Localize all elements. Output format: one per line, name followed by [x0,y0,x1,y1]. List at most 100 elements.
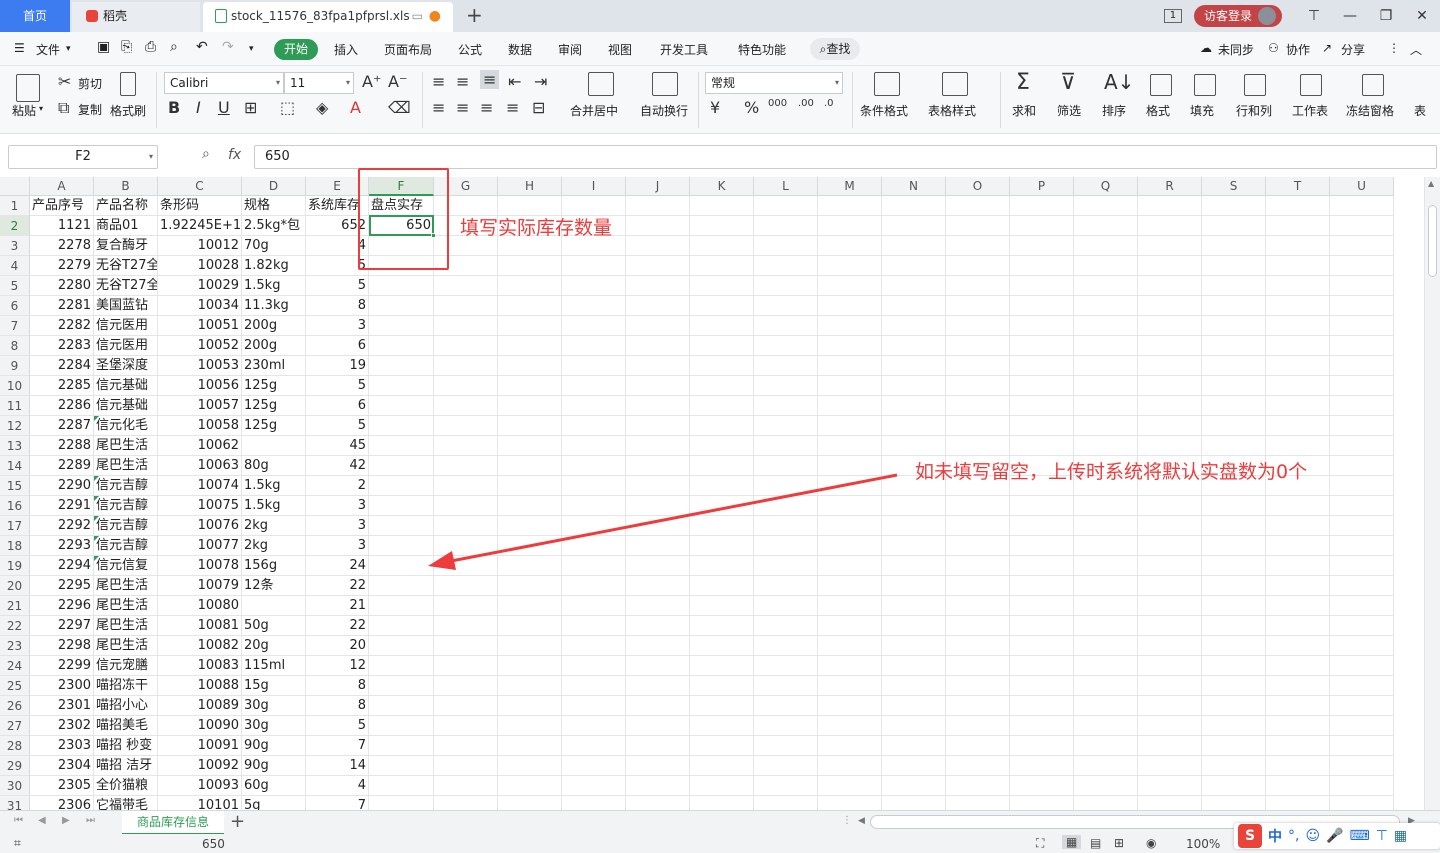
table-cell[interactable] [369,756,434,776]
menu-home[interactable]: 开始 [274,39,318,60]
table-cell[interactable] [434,756,498,776]
table-cell[interactable] [1202,416,1266,436]
table-cell[interactable]: 2291 [30,496,94,516]
column-header-J[interactable]: J [626,177,690,196]
bold-icon[interactable]: B [168,98,180,117]
table-cell[interactable] [818,376,882,396]
table-cell[interactable] [690,656,754,676]
table-cell[interactable] [626,696,690,716]
table-cell[interactable] [818,616,882,636]
table-cell[interactable] [818,696,882,716]
save-icon[interactable]: ▣ [97,39,110,55]
table-cell[interactable] [1202,756,1266,776]
font-grow-icon[interactable]: A⁺ [362,72,381,91]
table-cell[interactable] [690,556,754,576]
table-cell[interactable]: 商品01 [94,216,158,236]
table-cell[interactable] [434,576,498,596]
more-ribbon-button[interactable]: 表 [1414,102,1426,119]
table-cell[interactable]: 2282 [30,316,94,336]
table-cell[interactable] [690,536,754,556]
table-cell[interactable]: 10051 [158,316,242,336]
table-cell[interactable] [1074,536,1138,556]
table-cell[interactable] [626,716,690,736]
table-cell[interactable]: 2284 [30,356,94,376]
table-cell[interactable] [690,316,754,336]
table-cell[interactable] [882,316,946,336]
table-cell[interactable] [626,356,690,376]
table-cell[interactable]: 10063 [158,456,242,476]
table-cell[interactable]: 10034 [158,296,242,316]
table-cell[interactable]: 2 [306,476,369,496]
table-cell[interactable]: 10029 [158,276,242,296]
table-cell[interactable]: 90g [242,736,306,756]
table-cell[interactable] [434,336,498,356]
table-cell[interactable]: 10081 [158,616,242,636]
table-cell[interactable] [434,736,498,756]
last-sheet-icon[interactable]: ⏭ [86,815,95,826]
table-cell[interactable] [1138,776,1202,796]
table-cell[interactable] [1074,276,1138,296]
table-cell[interactable] [882,396,946,416]
table-cell[interactable] [818,576,882,596]
table-cell[interactable] [946,776,1010,796]
fill-button[interactable]: 填充 [1190,102,1214,119]
table-cell[interactable]: 10088 [158,676,242,696]
table-cell[interactable] [946,376,1010,396]
table-cell[interactable] [1266,636,1330,656]
column-header-S[interactable]: S [1202,177,1266,196]
restore-icon[interactable]: ❐ [1368,8,1404,24]
table-cell[interactable]: 22 [306,576,369,596]
table-cell[interactable] [1074,796,1138,810]
table-cell[interactable] [754,476,818,496]
table-cell[interactable] [1330,436,1394,456]
table-cell[interactable] [498,436,562,456]
row-header[interactable]: 15 [0,476,30,496]
table-cell[interactable]: 5 [306,716,369,736]
table-cell[interactable] [562,636,626,656]
row-header[interactable]: 1 [0,196,30,216]
table-cell[interactable] [369,456,434,476]
table-cell[interactable] [754,716,818,736]
table-cell[interactable] [434,296,498,316]
table-cell[interactable] [1138,356,1202,376]
table-cell[interactable] [754,756,818,776]
table-cell[interactable]: 2279 [30,256,94,276]
table-cell[interactable] [434,636,498,656]
table-cell[interactable] [1202,376,1266,396]
table-cell[interactable] [498,536,562,556]
table-cell[interactable] [882,756,946,776]
table-cell[interactable]: 10082 [158,636,242,656]
menu-insert[interactable]: 插入 [334,41,358,58]
table-cell[interactable] [690,596,754,616]
table-cell[interactable] [1202,696,1266,716]
number-format-select[interactable]: 常规 ▾ [705,72,843,94]
export-icon[interactable]: ⎘ [121,39,132,55]
table-cell[interactable] [626,536,690,556]
fill-color-icon[interactable]: ◈ [316,98,328,117]
table-cell[interactable]: 20g [242,636,306,656]
table-cell[interactable] [434,456,498,476]
table-cell[interactable] [1330,696,1394,716]
table-cell[interactable] [626,496,690,516]
table-cell[interactable] [1266,616,1330,636]
table-cell[interactable] [1266,316,1330,336]
hamburger-icon[interactable]: ☰ [14,41,25,55]
table-cell[interactable] [818,216,882,236]
formula-input[interactable]: 650 [254,145,1437,169]
table-cell[interactable]: 10077 [158,536,242,556]
column-header-O[interactable]: O [946,177,1010,196]
table-cell[interactable] [562,616,626,636]
zoom-level[interactable]: 100% [1186,837,1220,851]
table-cell[interactable] [1074,216,1138,236]
table-cell[interactable]: 10093 [158,776,242,796]
zoom-search-icon[interactable]: ⌕ [202,146,210,162]
table-cell[interactable] [946,316,1010,336]
table-cell[interactable] [882,716,946,736]
table-cell[interactable] [562,756,626,776]
table-cell[interactable] [498,476,562,496]
table-cell[interactable]: 1121 [30,216,94,236]
align-right-icon[interactable]: ≡ [480,98,493,117]
table-cell[interactable]: 8 [306,676,369,696]
table-cell[interactable] [754,576,818,596]
table-style-icon[interactable] [942,72,968,96]
